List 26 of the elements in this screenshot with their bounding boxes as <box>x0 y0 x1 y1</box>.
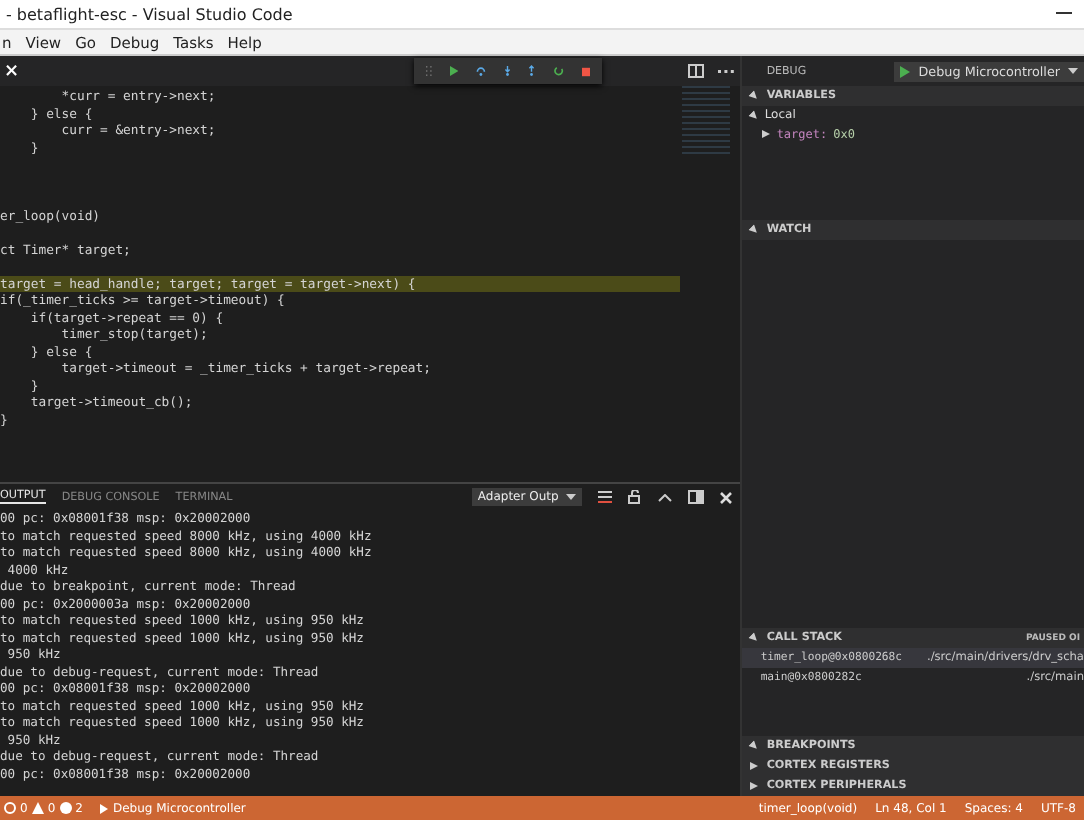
chevron-up-icon[interactable] <box>658 493 673 501</box>
info-icon <box>59 802 72 814</box>
close-icon[interactable] <box>720 491 733 503</box>
warning-icon <box>31 802 44 814</box>
step-over-icon[interactable] <box>476 64 486 78</box>
play-icon <box>100 803 109 813</box>
restart-icon[interactable] <box>553 64 564 78</box>
chevron-icon <box>750 782 759 790</box>
chevron-icon <box>750 762 759 770</box>
start-debugging-icon[interactable] <box>900 65 911 77</box>
window-title: - betaflight-esc - Visual Studio Code <box>6 5 295 23</box>
panel-layout-icon[interactable] <box>688 490 705 504</box>
minimize-icon[interactable] <box>1056 12 1072 16</box>
caret-icon <box>1068 68 1078 74</box>
error-icon <box>4 802 16 814</box>
continue-icon[interactable] <box>449 64 458 78</box>
caret-icon <box>566 494 577 500</box>
step-into-icon[interactable] <box>503 64 511 78</box>
lock-icon[interactable] <box>628 490 643 504</box>
step-out-icon[interactable] <box>528 64 536 78</box>
chevron-icon[interactable] <box>748 632 761 644</box>
split-editor-icon[interactable] <box>688 64 705 78</box>
stop-icon[interactable] <box>581 65 591 77</box>
clear-output-icon[interactable] <box>598 490 613 504</box>
chevron-icon <box>748 224 761 236</box>
close-tab-button[interactable]: × <box>0 61 24 81</box>
